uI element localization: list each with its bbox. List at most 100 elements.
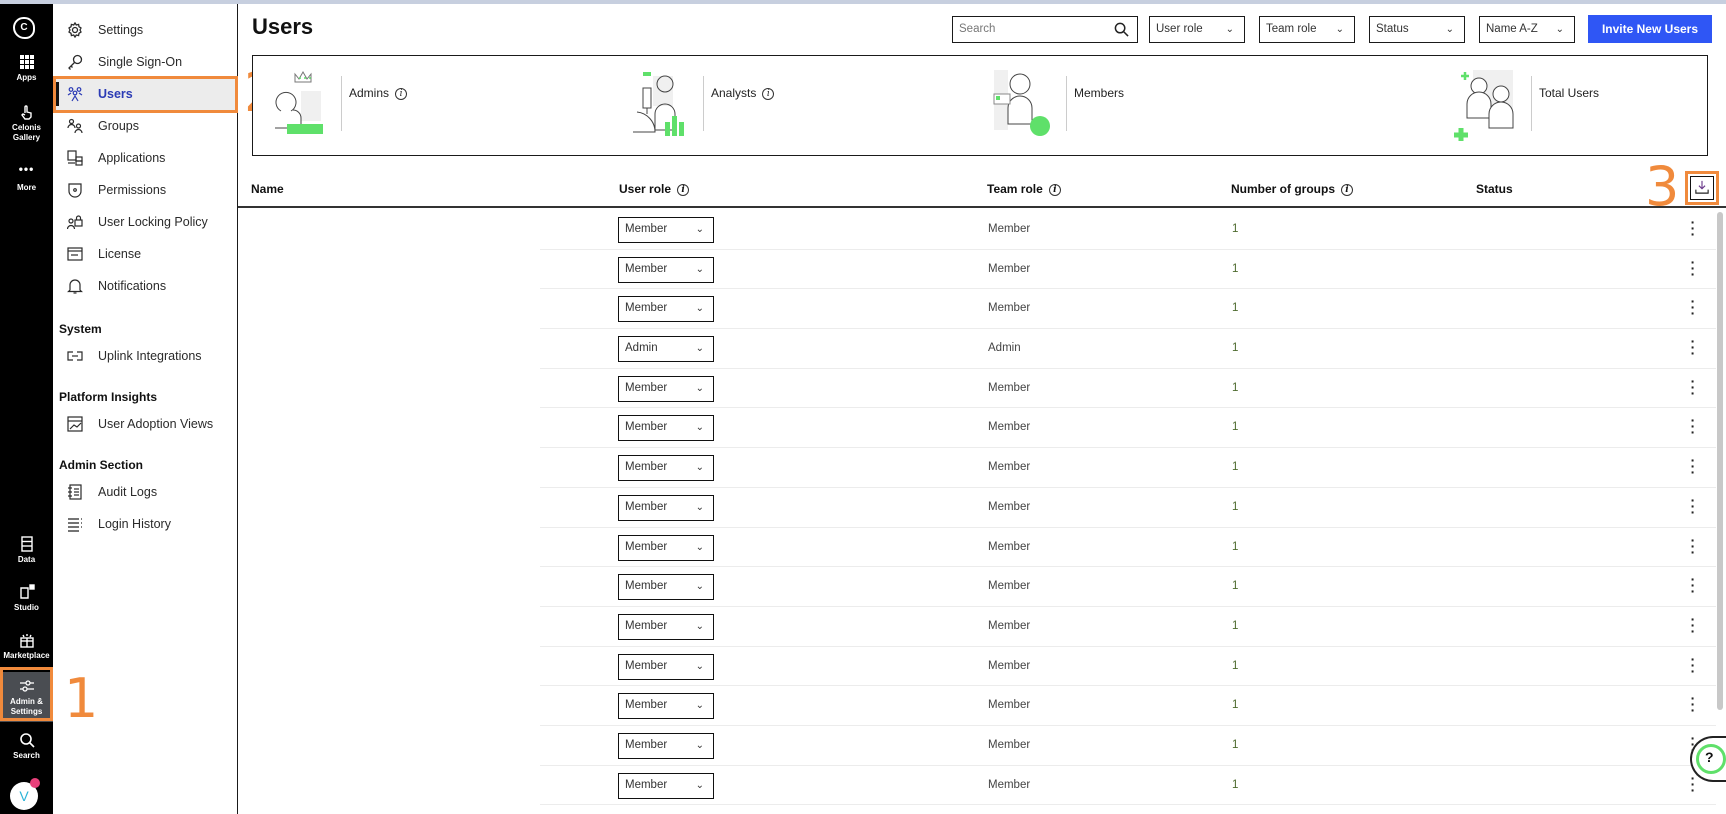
download-button[interactable] bbox=[1690, 176, 1714, 200]
row-actions-menu-icon[interactable]: ··· bbox=[1690, 771, 1696, 797]
rail-item-apps[interactable]: Apps bbox=[0, 54, 53, 83]
group-count[interactable]: 1 bbox=[1232, 541, 1238, 553]
table-row[interactable]: Member⌄Member1··· bbox=[540, 686, 1716, 726]
user-role-select[interactable]: Admin ⌄ bbox=[618, 336, 714, 363]
table-row[interactable]: Member⌄Member1··· bbox=[540, 528, 1716, 568]
group-count[interactable]: 1 bbox=[1232, 501, 1238, 513]
user-role-select[interactable]: Member ⌄ bbox=[618, 732, 714, 759]
gear-icon bbox=[68, 22, 82, 38]
table-row[interactable]: Member⌄Member1··· bbox=[540, 607, 1716, 647]
row-actions-menu-icon[interactable]: ··· bbox=[1690, 453, 1696, 479]
table-row[interactable]: Member⌄Member1··· bbox=[540, 448, 1716, 488]
row-actions-menu-icon[interactable]: ··· bbox=[1690, 374, 1696, 400]
sidebar-item-user-adoption-views[interactable]: User Adoption Views bbox=[53, 408, 238, 440]
row-actions-menu-icon[interactable]: ··· bbox=[1690, 652, 1696, 678]
info-icon[interactable]: i bbox=[1341, 184, 1353, 196]
sidebar-item-login-history[interactable]: Login History bbox=[53, 508, 238, 540]
team-role-filter[interactable]: Team role ⌄ bbox=[1259, 16, 1355, 43]
group-count[interactable]: 1 bbox=[1232, 223, 1238, 235]
sidebar-item-audit-logs[interactable]: Audit Logs bbox=[53, 476, 238, 508]
table-row[interactable]: Member⌄Member1··· bbox=[540, 210, 1716, 250]
user-role-select[interactable]: Member ⌄ bbox=[618, 772, 714, 799]
table-row[interactable]: Member⌄Member1··· bbox=[540, 250, 1716, 290]
invite-new-users-button[interactable]: Invite New Users bbox=[1588, 15, 1712, 43]
rail-item-more[interactable]: ••• More bbox=[0, 163, 53, 193]
group-count[interactable]: 1 bbox=[1232, 739, 1238, 751]
sort-select[interactable]: Name A-Z ⌄ bbox=[1479, 16, 1575, 43]
info-icon[interactable]: i bbox=[395, 88, 408, 100]
row-actions-menu-icon[interactable]: ··· bbox=[1690, 493, 1696, 519]
user-role-select[interactable]: Member ⌄ bbox=[618, 415, 714, 442]
group-count[interactable]: 1 bbox=[1232, 660, 1238, 672]
sidebar-item-license[interactable]: License bbox=[53, 238, 238, 270]
row-actions-menu-icon[interactable]: ··· bbox=[1690, 215, 1696, 241]
user-role-select[interactable]: Member ⌄ bbox=[618, 613, 714, 640]
rail-item-marketplace[interactable]: Marketplace bbox=[0, 632, 53, 661]
user-role-select[interactable]: Member ⌄ bbox=[618, 375, 714, 402]
info-icon[interactable]: i bbox=[677, 184, 690, 196]
rail-item-studio[interactable]: Studio bbox=[0, 584, 53, 613]
search-input[interactable]: Search bbox=[952, 16, 1138, 43]
sidebar-item-settings[interactable]: Settings bbox=[53, 14, 238, 46]
column-header-team-role[interactable]: Team role i bbox=[987, 182, 1061, 196]
user-role-select[interactable]: Member ⌄ bbox=[618, 296, 714, 323]
group-count[interactable]: 1 bbox=[1232, 779, 1238, 791]
column-header-name[interactable]: Name bbox=[251, 182, 284, 196]
user-role-select[interactable]: Member ⌄ bbox=[618, 534, 714, 561]
column-header-status[interactable]: Status bbox=[1476, 182, 1513, 196]
sidebar-item-notifications[interactable]: Notifications bbox=[53, 270, 238, 302]
table-row[interactable]: Member⌄Member1··· bbox=[540, 289, 1716, 330]
user-role-select[interactable]: Member ⌄ bbox=[618, 256, 714, 283]
rail-item-celonis-gallery[interactable]: Celonis Gallery bbox=[0, 104, 53, 143]
sidebar-item-groups[interactable]: Groups bbox=[53, 110, 238, 142]
row-actions-menu-icon[interactable]: ··· bbox=[1690, 533, 1696, 559]
table-row[interactable]: Member⌄Member1··· bbox=[540, 567, 1716, 607]
group-count[interactable]: 1 bbox=[1232, 302, 1238, 314]
user-role-select[interactable]: Member ⌄ bbox=[618, 494, 714, 521]
row-actions-menu-icon[interactable]: ··· bbox=[1690, 334, 1696, 360]
sidebar-item-single-sign-on[interactable]: Single Sign-On bbox=[53, 46, 238, 78]
user-role-select[interactable]: Member ⌄ bbox=[618, 693, 714, 720]
group-count[interactable]: 1 bbox=[1232, 461, 1238, 473]
column-header-number-of-groups[interactable]: Number of groups i bbox=[1231, 182, 1353, 196]
column-header-user-role[interactable]: User role i bbox=[619, 182, 690, 196]
group-count[interactable]: 1 bbox=[1232, 421, 1238, 433]
group-count[interactable]: 1 bbox=[1232, 342, 1238, 354]
user-role-select[interactable]: Member ⌄ bbox=[618, 574, 714, 601]
group-count[interactable]: 1 bbox=[1232, 580, 1238, 592]
row-actions-menu-icon[interactable]: ··· bbox=[1690, 691, 1696, 717]
info-icon[interactable]: i bbox=[1048, 184, 1061, 196]
row-actions-menu-icon[interactable]: ··· bbox=[1690, 612, 1696, 638]
row-actions-menu-icon[interactable]: ··· bbox=[1690, 294, 1696, 320]
rail-item-search[interactable]: Search bbox=[0, 732, 53, 761]
table-row[interactable]: Admin ⌄ Admin 1 · · · bbox=[540, 329, 1716, 369]
user-role-select[interactable]: Member ⌄ bbox=[618, 455, 714, 482]
user-role-filter[interactable]: User role ⌄ bbox=[1149, 16, 1245, 43]
sidebar-item-permissions[interactable]: Permissions bbox=[53, 174, 238, 206]
chevron-down-icon: ⌄ bbox=[695, 382, 704, 394]
table-row[interactable]: Member⌄Member1··· bbox=[540, 369, 1716, 409]
group-count[interactable]: 1 bbox=[1232, 620, 1238, 632]
table-row[interactable]: Member⌄Member1··· bbox=[540, 726, 1716, 766]
chevron-down-icon: ⌄ bbox=[695, 224, 704, 235]
sidebar-item-applications[interactable]: Applications bbox=[53, 142, 238, 174]
table-row[interactable]: Member⌄Member1··· bbox=[540, 647, 1716, 687]
row-actions-menu-icon[interactable]: ··· bbox=[1690, 255, 1696, 281]
rail-item-data[interactable]: Data bbox=[0, 536, 53, 565]
sidebar-item-uplink-integrations[interactable]: Uplink Integrations bbox=[53, 340, 238, 372]
table-row[interactable]: Member⌄Member1··· bbox=[540, 766, 1716, 806]
table-row[interactable]: Member⌄Member1··· bbox=[540, 488, 1716, 528]
table-scrollbar[interactable] bbox=[1717, 212, 1723, 710]
user-role-select[interactable]: Member ⌄ bbox=[618, 653, 714, 680]
table-row[interactable]: Member⌄Member1··· bbox=[540, 408, 1716, 449]
row-actions-menu-icon[interactable]: ··· bbox=[1690, 413, 1696, 439]
user-role-select[interactable]: Member ⌄ bbox=[618, 217, 714, 243]
group-count[interactable]: 1 bbox=[1232, 382, 1238, 394]
sidebar-item-user-locking-policy[interactable]: User Locking Policy bbox=[53, 206, 238, 238]
row-actions-menu-icon[interactable]: ··· bbox=[1690, 572, 1696, 598]
group-count[interactable]: 1 bbox=[1232, 263, 1238, 275]
info-icon[interactable]: i bbox=[762, 88, 775, 100]
status-filter[interactable]: Status ⌄ bbox=[1369, 16, 1465, 43]
celonis-logo[interactable]: C bbox=[13, 17, 35, 39]
group-count[interactable]: 1 bbox=[1232, 699, 1238, 711]
